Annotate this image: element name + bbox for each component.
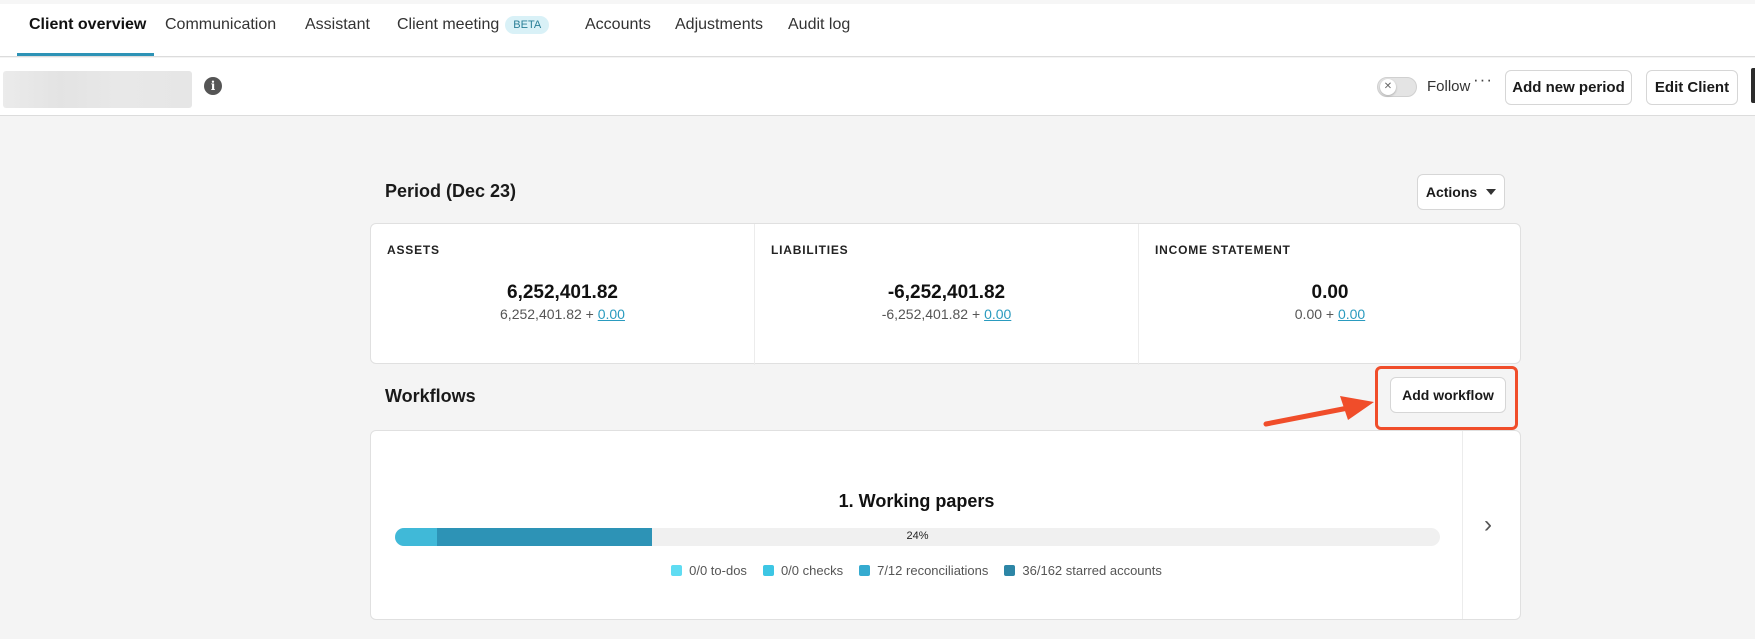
stat-label: LIABILITIES bbox=[771, 243, 849, 257]
tab-communication[interactable]: Communication bbox=[165, 16, 276, 34]
follow-toggle[interactable]: ✕ bbox=[1377, 77, 1417, 97]
add-new-period-button[interactable]: Add new period bbox=[1505, 70, 1632, 105]
info-icon[interactable]: i bbox=[204, 77, 222, 95]
tab-client-meeting-label: Client meeting bbox=[397, 16, 500, 33]
workflow-legend: 0/0 to-dos 0/0 checks 7/12 reconciliations… bbox=[371, 563, 1462, 578]
stat-breakdown: 6,252,401.82 + 0.00 bbox=[371, 306, 754, 322]
progress-label: 24% bbox=[906, 530, 929, 542]
stat-base: 6,252,401.82 + bbox=[500, 306, 598, 322]
stat-label: INCOME STATEMENT bbox=[1155, 243, 1291, 257]
actions-dropdown[interactable]: Actions bbox=[1417, 174, 1505, 210]
stat-income-statement: INCOME STATEMENT 0.00 0.00 + 0.00 bbox=[1138, 224, 1521, 365]
tab-adjustments[interactable]: Adjustments bbox=[675, 16, 763, 34]
workflow-card[interactable]: 1. Working papers 24% 0/0 to-dos 0/0 chec… bbox=[370, 430, 1521, 620]
legend-text: 0/0 to-dos bbox=[689, 563, 747, 578]
legend-text: 7/12 reconciliations bbox=[877, 563, 989, 578]
follow-label: Follow bbox=[1427, 78, 1471, 95]
adjustment-link[interactable]: 0.00 bbox=[1338, 306, 1365, 322]
stat-base: -6,252,401.82 + bbox=[881, 306, 985, 322]
stat-assets: ASSETS 6,252,401.82 6,252,401.82 + 0.00 bbox=[371, 224, 754, 365]
tab-client-meeting[interactable]: Client meeting BETA bbox=[397, 16, 550, 34]
close-icon: ✕ bbox=[1380, 79, 1396, 95]
more-options-icon[interactable]: ··· bbox=[1473, 70, 1493, 90]
highlight-box bbox=[1375, 366, 1518, 430]
adjustment-link[interactable]: 0.00 bbox=[598, 306, 625, 322]
legend-item: 36/162 starred accounts bbox=[1004, 563, 1162, 578]
legend-item: 7/12 reconciliations bbox=[859, 563, 988, 578]
arrow-annotation-icon bbox=[1263, 396, 1374, 427]
legend-swatch bbox=[762, 565, 774, 576]
legend-item: 0/0 checks bbox=[762, 563, 844, 578]
active-tab-indicator bbox=[17, 53, 154, 56]
period-title: Period (Dec 23) bbox=[385, 181, 517, 201]
caret-down-icon bbox=[1486, 189, 1497, 195]
actions-label: Actions bbox=[1425, 184, 1478, 200]
stat-breakdown: -6,252,401.82 + 0.00 bbox=[755, 306, 1138, 322]
tab-assistant[interactable]: Assistant bbox=[305, 16, 370, 34]
stat-base: 0.00 + bbox=[1294, 306, 1338, 322]
legend-item: 0/0 to-dos bbox=[671, 563, 747, 578]
legend-text: 0/0 checks bbox=[780, 563, 844, 578]
chevron-right-icon[interactable]: › bbox=[1484, 511, 1492, 539]
beta-badge: BETA bbox=[505, 16, 550, 34]
legend-swatch bbox=[1004, 565, 1016, 576]
workflow-progress-bar: 24% bbox=[395, 528, 1440, 546]
cut-off-button[interactable] bbox=[1751, 68, 1755, 103]
stat-value: -6,252,401.82 bbox=[887, 282, 1006, 303]
stat-value: 0.00 bbox=[1311, 282, 1349, 303]
legend-text: 36/162 starred accounts bbox=[1022, 563, 1162, 578]
divider bbox=[1462, 431, 1463, 619]
period-stats-card: ASSETS 6,252,401.82 6,252,401.82 + 0.00 … bbox=[370, 223, 1521, 365]
tab-accounts[interactable]: Accounts bbox=[585, 16, 651, 34]
stat-liabilities: LIABILITIES -6,252,401.82 -6,252,401.82 … bbox=[754, 224, 1138, 365]
workflows-title: Workflows bbox=[385, 386, 476, 406]
stat-breakdown: 0.00 + 0.00 bbox=[1139, 306, 1521, 322]
client-header: i ✕ Follow ··· Add new period Edit Clien… bbox=[0, 58, 1755, 116]
stat-value: 6,252,401.82 bbox=[507, 282, 618, 303]
tab-client-overview[interactable]: Client overview bbox=[29, 16, 146, 34]
top-strip bbox=[0, 0, 1755, 4]
edit-client-button[interactable]: Edit Client bbox=[1646, 70, 1738, 105]
stat-label: ASSETS bbox=[387, 243, 440, 257]
client-name-placeholder bbox=[3, 71, 192, 108]
legend-swatch bbox=[671, 565, 683, 576]
adjustment-link[interactable]: 0.00 bbox=[984, 306, 1011, 322]
workflow-name: 1. Working papers bbox=[838, 491, 995, 511]
tab-audit-log[interactable]: Audit log bbox=[788, 16, 850, 34]
top-tab-bar: Client overview Communication Assistant … bbox=[0, 0, 1755, 57]
legend-swatch bbox=[859, 565, 871, 576]
